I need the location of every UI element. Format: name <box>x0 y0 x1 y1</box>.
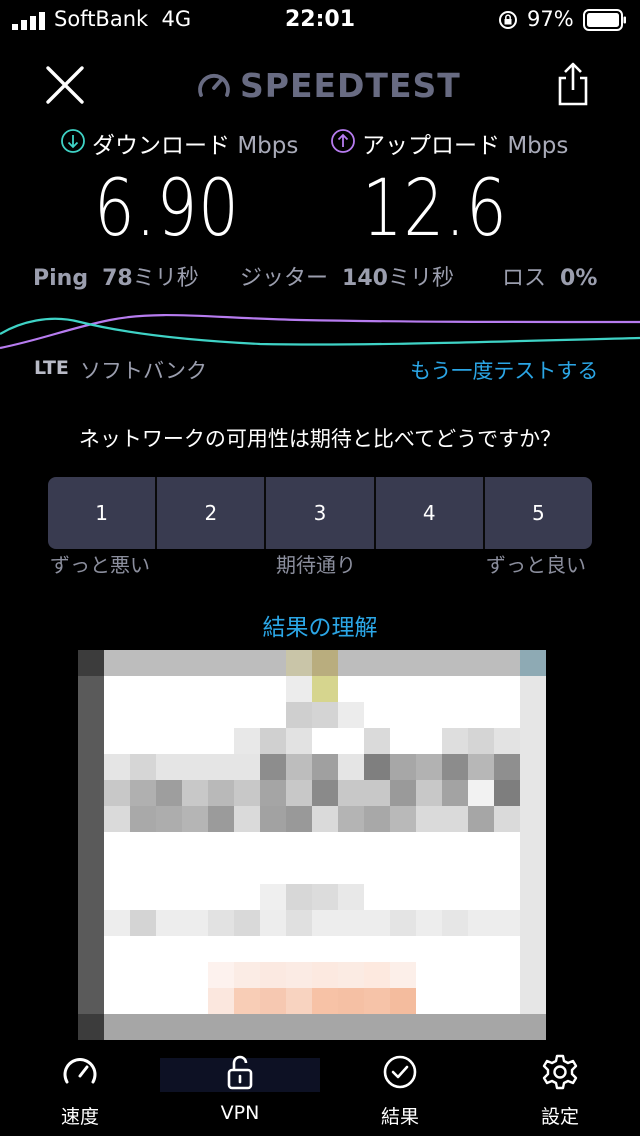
status-bar: SoftBank 4G 22:01 97% <box>0 0 640 40</box>
jitter-metric: ジッター 140ミリ秒 <box>240 266 454 291</box>
ping-value: 78 <box>102 266 133 291</box>
upload-unit: Mbps <box>507 133 569 159</box>
speed-graph-waves <box>0 313 640 350</box>
tab-speed-label: 速度 <box>60 1106 99 1128</box>
tab-results-label: 結果 <box>380 1106 419 1128</box>
tab-results[interactable]: 結果 <box>320 1052 480 1129</box>
tab-settings[interactable]: 設定 <box>480 1052 640 1129</box>
rating-button-1[interactable]: 1 <box>48 477 158 549</box>
scale-mid-label: 期待通り <box>276 553 356 577</box>
upload-label: アップロード Mbps <box>362 133 569 159</box>
retest-link[interactable]: もう一度テストする <box>410 355 598 385</box>
rating-button-4[interactable]: 4 <box>375 477 485 549</box>
survey-question: ネットワークの可用性は期待と比べてどうですか？ <box>78 427 562 451</box>
jitter-value: 140 <box>342 266 388 291</box>
rating-button-5[interactable]: 5 <box>484 477 592 549</box>
close-icon[interactable] <box>42 62 88 108</box>
understand-results-link[interactable]: 結果の理解 <box>0 608 640 642</box>
speedometer-icon <box>63 1058 97 1084</box>
rating-button-2[interactable]: 2 <box>157 477 267 549</box>
speedometer-logo-icon <box>198 73 230 97</box>
battery-icon <box>583 9 626 31</box>
tab-vpn[interactable]: VPN <box>160 1052 320 1124</box>
advertisement-image[interactable] <box>78 650 546 1040</box>
upload-speed-value: 12.6 <box>362 164 508 254</box>
download-unit: Mbps <box>237 133 299 159</box>
gear-icon <box>542 1054 578 1090</box>
tab-vpn-label: VPN <box>220 1102 260 1124</box>
speedtest-logo: SPEEDTEST <box>240 66 461 105</box>
tab-settings-label: 設定 <box>540 1106 579 1128</box>
rating-button-3[interactable]: 3 <box>266 477 376 549</box>
connection-type: LTE <box>34 357 69 379</box>
upload-arrow-icon <box>331 129 355 153</box>
download-arrow-icon <box>61 129 85 153</box>
battery-percent: 97% <box>527 7 574 31</box>
rotation-lock-icon <box>499 11 517 29</box>
rating-buttons: 1 2 3 4 5 <box>48 477 592 549</box>
unlock-icon <box>227 1055 253 1090</box>
checkmark-circle-icon <box>383 1055 417 1089</box>
provider-name: ソフトバンク <box>80 359 208 383</box>
ping-unit: ミリ秒 <box>132 266 199 291</box>
tab-speed[interactable]: 速度 <box>0 1052 160 1129</box>
scale-low-label: ずっと悪い <box>50 553 150 577</box>
download-label: ダウンロード Mbps <box>92 133 299 159</box>
loss-metric: ロス 0% <box>502 266 598 291</box>
jitter-unit: ミリ秒 <box>387 266 454 291</box>
download-speed-value: 6.90 <box>94 164 240 254</box>
loss-value: 0% <box>560 266 598 291</box>
share-icon[interactable] <box>552 60 594 108</box>
scale-high-label: ずっと良い <box>486 553 586 577</box>
ping-metric: Ping 78ミリ秒 <box>33 266 199 291</box>
